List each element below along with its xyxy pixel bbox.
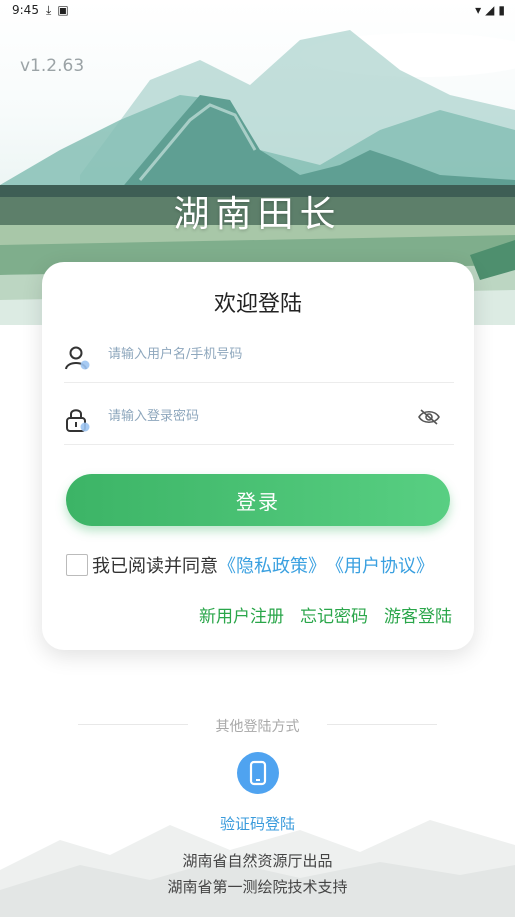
status-notifications: ⤓ ▣ [46, 3, 69, 18]
password-input[interactable] [106, 402, 410, 430]
sms-login-label[interactable]: 验证码登陆 [0, 813, 515, 834]
download-icon: ⤓ [46, 3, 52, 17]
status-system-icons: ▾ ◢ ▮ [475, 3, 505, 17]
sms-login-button[interactable] [237, 752, 279, 794]
login-button[interactable]: 登录 [66, 474, 450, 526]
user-agreement-link[interactable]: 《用户协议》 [326, 552, 434, 578]
signal-icon: ◢ [485, 3, 495, 17]
status-time: 9:45 [12, 3, 39, 17]
register-link[interactable]: 新用户注册 [199, 602, 284, 627]
username-field [64, 332, 454, 383]
footer-support: 湖南省第一测绘院技术支持 [167, 878, 348, 896]
agree-text: 我已阅读并同意 [92, 556, 218, 577]
other-login-label: 其他登陆方式 [215, 719, 300, 735]
username-input[interactable] [106, 340, 410, 368]
version-label: v1.2.63 [20, 56, 85, 76]
battery-icon: ▮ [498, 3, 505, 17]
status-bar: 9:45 ⤓ ▣ ▾ ◢ ▮ [0, 0, 515, 22]
password-field [64, 394, 454, 445]
agree-checkbox[interactable] [66, 554, 88, 576]
account-links: 新用户注册 忘记密码 游客登陆 [199, 602, 452, 627]
guest-login-link[interactable]: 游客登陆 [384, 602, 452, 627]
footer-publisher: 湖南省自然资源厅出品 [182, 852, 333, 870]
forgot-password-link[interactable]: 忘记密码 [300, 602, 368, 627]
notification-app-icon: ▣ [57, 3, 69, 17]
lock-icon [66, 409, 90, 432]
wifi-icon: ▾ [475, 3, 482, 17]
eye-off-icon[interactable] [418, 408, 440, 426]
agreement-row: 我已阅读并同意 《隐私政策》 《用户协议》 [66, 552, 434, 578]
phone-icon [249, 760, 267, 786]
user-icon [65, 346, 90, 370]
privacy-policy-link[interactable]: 《隐私政策》 [218, 552, 326, 578]
login-title: 欢迎登陆 [213, 292, 302, 317]
app-title: 湖南田长 [173, 194, 342, 235]
login-card: 欢迎登陆 登录 我已阅读并同意 《隐私政策》 《用户协议》 新用户注册 忘 [42, 262, 474, 650]
